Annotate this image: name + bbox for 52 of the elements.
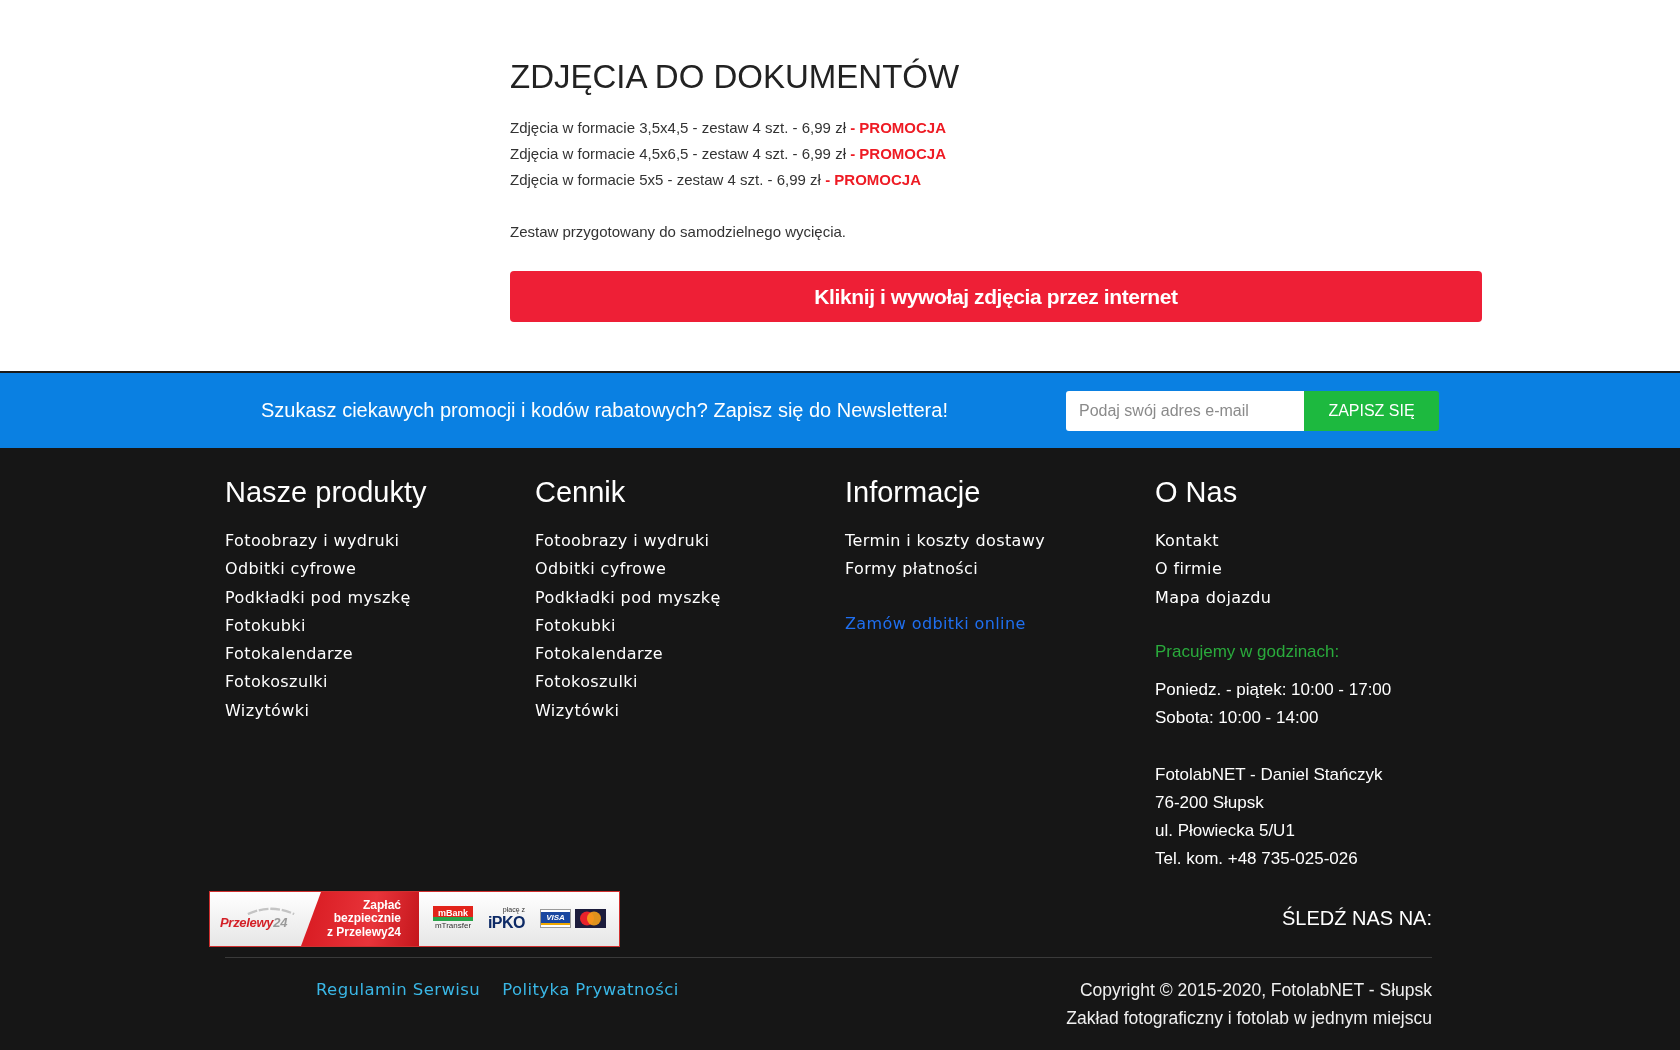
footer-link[interactable]: Podkładki pod myszkę	[535, 587, 721, 607]
offer-line: Zdjęcia w formacie 5x5 - zestaw 4 szt. - 6,99 zł - PROMOCJA	[510, 170, 922, 190]
email-field[interactable]: Podaj swój adres e-mail	[1066, 390, 1304, 431]
footer-link[interactable]: O firmie	[1155, 559, 1223, 579]
footer-link[interactable]: Fotokoszulki	[225, 672, 328, 692]
transfer-label: mTransfer	[434, 921, 472, 932]
order-photos-button[interactable]: Kliknij i wywołaj zdjęcia przez internet	[510, 271, 1482, 322]
hours-caption: Pracujemy w godzinach:	[1155, 641, 1340, 661]
follow-us-label: ŚLEDŹ NAS NA:	[1281, 907, 1432, 931]
info-line: Poniedz. - piątek: 10:00 - 17:00	[1155, 678, 1393, 701]
swoosh-icon	[246, 906, 296, 915]
footer-link[interactable]: Fotoobrazy i wydruki	[535, 531, 710, 550]
slogan-text: Zapłać bezpiecznie z Przelewy24	[326, 898, 401, 940]
newsletter-text: Szukasz ciekawych promocji i kodów rabatowych? Zapisz się do Newslettera!	[261, 399, 948, 422]
footer-link[interactable]: Kontakt	[1155, 531, 1220, 550]
offer-line: Zdjęcia w formacie 4,5x6,5 - zestaw 4 szt. - 6,99 zł - PROMOCJA	[510, 144, 947, 164]
info-line: 76-200 Słupsk	[1155, 791, 1265, 814]
footer-link[interactable]: Fotokalendarze	[225, 644, 354, 664]
footer-link[interactable]: Fotokoszulki	[535, 672, 638, 692]
offer-line: Zdjęcia w formacie 3,5x4,5 - zestaw 4 szt. - 6,99 zł - PROMOCJA	[510, 118, 947, 138]
info-line: Sobota: 10:00 - 14:00	[1155, 706, 1320, 729]
section-heading: ZDJĘCIA DO DOKUMENTÓW	[510, 57, 961, 97]
overlapping-circles-icon	[575, 909, 606, 929]
bank-logo: mBank	[433, 906, 473, 922]
footer-link[interactable]: Wizytówki	[535, 700, 620, 720]
policy-link[interactable]: Polityka Prywatności	[502, 975, 679, 1004]
copyright-text: Zakład fotograficzny i fotolab w jednym miejscu	[1066, 1006, 1432, 1030]
footer-link[interactable]: Formy płatności	[845, 559, 979, 579]
footer-link[interactable]: Fotokalendarze	[535, 644, 664, 664]
column-heading: O Nas	[1155, 475, 1239, 510]
footer-link[interactable]: Wizytówki	[225, 700, 310, 720]
footer-link[interactable]: Fotokubki	[535, 615, 616, 635]
footer-link[interactable]: Odbitki cyfrowe	[535, 559, 667, 579]
column-heading: Nasze produkty	[225, 475, 428, 510]
footer-link[interactable]: Podkładki pod myszkę	[225, 587, 411, 607]
footer-link[interactable]: Fotoobrazy i wydruki	[225, 531, 400, 550]
footer-link[interactable]: Fotokubki	[225, 615, 306, 635]
bank-app-logo: iPKO	[487, 914, 525, 932]
column-heading: Informacje	[845, 475, 982, 510]
copyright-text: Copyright © 2015-2020, FotolabNET - Słupsk	[1078, 978, 1432, 1002]
footer-link[interactable]: Mapa dojazdu	[1155, 587, 1272, 607]
info-line: FotolabNET - Daniel Stańczyk	[1155, 763, 1384, 786]
note-text: Zestaw przygotowany do samodzielnego wycięcia.	[510, 222, 847, 242]
footer-link[interactable]: Termin i koszty dostawy	[845, 531, 1046, 550]
card-logo: VISA	[540, 909, 571, 929]
order-online-link[interactable]: Zamów odbitki online	[845, 613, 1026, 633]
brand-logo: Przelewy24	[220, 914, 288, 931]
info-line: ul. Płowiecka 5/U1	[1155, 819, 1296, 842]
column-heading: Cennik	[535, 475, 627, 510]
footer-link[interactable]: Odbitki cyfrowe	[225, 559, 357, 579]
policy-link[interactable]: Regulamin Serwisu	[316, 975, 481, 1004]
info-line: Tel. kom. +48 735-025-026	[1155, 847, 1359, 870]
